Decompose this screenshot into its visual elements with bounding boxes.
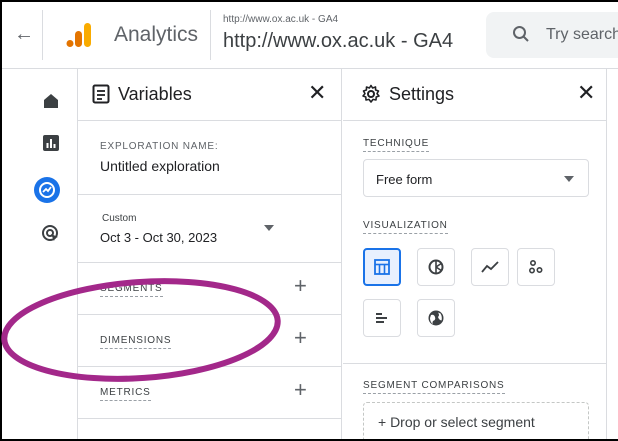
add-segment-button[interactable]: + [294, 275, 307, 297]
segment-comparisons-label: SEGMENT COMPARISONS [363, 380, 505, 394]
divider [343, 363, 606, 364]
explore-icon[interactable] [34, 177, 60, 203]
table-icon[interactable] [363, 248, 401, 286]
variables-panel: Variables ✕ EXPLORATION NAME: Untitled e… [78, 69, 342, 439]
app-title: Analytics [114, 23, 199, 46]
add-metric-button[interactable]: + [294, 379, 307, 401]
close-icon[interactable]: ✕ [308, 82, 326, 104]
property-name[interactable]: http://www.ox.ac.uk - GA4 [223, 30, 453, 53]
settings-title: Settings [389, 84, 455, 104]
date-mode-label: Custom [102, 213, 137, 224]
line-chart-icon[interactable] [471, 248, 509, 286]
property-account-label[interactable]: http://www.ox.ac.uk - GA4 [223, 14, 338, 25]
analytics-logo[interactable] [66, 21, 94, 49]
drop-segment-text: + Drop or select segment [378, 414, 535, 430]
add-dimension-button[interactable]: + [294, 327, 307, 349]
date-range-value: Oct 3 - Oct 30, 2023 [100, 230, 218, 245]
technique-select[interactable]: Free form [363, 159, 589, 197]
app-window: ← Analytics http://www.ox.ac.uk - GA4 ht… [0, 0, 618, 441]
chevron-down-icon[interactable] [264, 225, 274, 231]
donut-chart-icon[interactable] [417, 248, 455, 286]
date-range-picker[interactable]: Custom Oct 3 - Oct 30, 2023 [78, 195, 341, 263]
advertising-icon[interactable] [40, 223, 62, 245]
chevron-down-icon [564, 176, 574, 182]
top-bar: ← Analytics http://www.ox.ac.uk - GA4 ht… [2, 2, 618, 69]
gear-icon [362, 84, 380, 103]
scatter-plot-icon[interactable] [517, 248, 555, 286]
search-placeholder: Try search [546, 26, 618, 43]
search-icon [513, 26, 529, 42]
divider [42, 10, 43, 60]
divider [210, 10, 211, 60]
technique-label: TECHNIQUE [363, 138, 430, 152]
tab-settings-edge [608, 69, 618, 439]
settings-header: Settings ✕ [343, 69, 606, 121]
segments-label: SEGMENTS [100, 283, 163, 297]
variables-icon [92, 84, 110, 104]
technique-value: Free form [376, 172, 433, 187]
exploration-name-value[interactable]: Untitled exploration [100, 158, 220, 174]
variables-header: Variables ✕ [78, 69, 341, 121]
metrics-row: METRICS + [78, 367, 341, 419]
visualization-label: VISUALIZATION [363, 220, 448, 234]
bar-chart-icon[interactable] [363, 299, 401, 337]
settings-panel: Settings ✕ TECHNIQUE Free form VISUALIZA… [343, 69, 607, 439]
variables-title: Variables [118, 84, 192, 104]
segments-row: SEGMENTS + [78, 263, 341, 315]
dimensions-row: DIMENSIONS + [78, 315, 341, 367]
exploration-name-label: EXPLORATION NAME: [100, 141, 219, 152]
dimensions-label: DIMENSIONS [100, 335, 172, 349]
home-icon[interactable] [40, 90, 62, 112]
reports-icon[interactable] [40, 132, 62, 154]
close-icon[interactable]: ✕ [577, 82, 595, 104]
left-nav-rail [2, 69, 78, 439]
geo-map-icon[interactable] [417, 299, 455, 337]
exploration-name-block[interactable]: EXPLORATION NAME: Untitled exploration [78, 121, 341, 195]
drop-segment-target[interactable]: + Drop or select segment [363, 402, 589, 439]
arrow-back-icon[interactable]: ← [14, 22, 34, 46]
metrics-label: METRICS [100, 387, 151, 401]
search-bar[interactable]: Try search [486, 12, 618, 58]
